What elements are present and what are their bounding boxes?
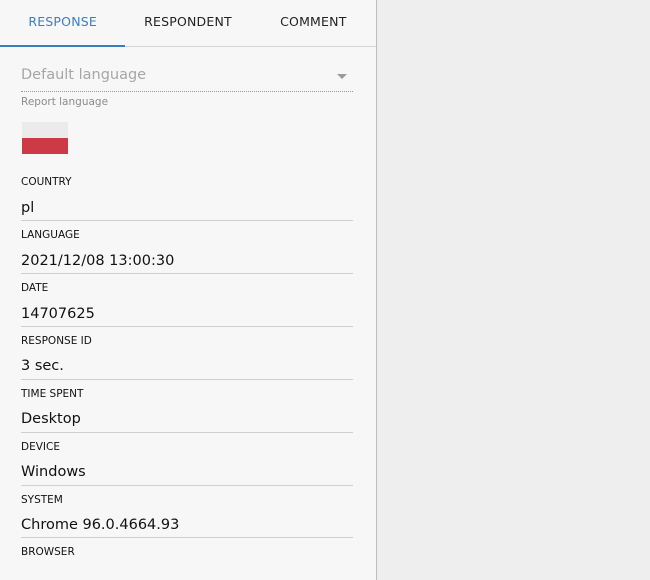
- poland-flag-icon: [22, 122, 68, 154]
- field-divider: [21, 485, 353, 486]
- field-value-language: 2021/12/08 13:00:30: [21, 253, 175, 269]
- chevron-down-icon: [337, 74, 347, 79]
- report-language-label: Report language: [21, 96, 109, 108]
- field-divider: [21, 220, 353, 221]
- field-label-country: COUNTRY: [21, 176, 72, 188]
- field-value-device: Windows: [21, 464, 86, 480]
- field-divider: [21, 326, 353, 327]
- field-value-time-spent: Desktop: [21, 411, 81, 427]
- report-language-value: Default language: [21, 67, 147, 83]
- field-value-date: 14707625: [21, 306, 95, 322]
- field-divider: [21, 537, 353, 538]
- field-value-country: pl: [21, 200, 35, 216]
- field-label-system: SYSTEM: [21, 494, 63, 506]
- field-divider: [21, 432, 353, 433]
- tab-comment[interactable]: COMMENT: [251, 0, 376, 46]
- content-area: [377, 0, 650, 580]
- field-divider: [21, 273, 353, 274]
- response-details-panel: RESPONSE RESPONDENT COMMENT Default lang…: [0, 0, 377, 580]
- field-divider: [21, 379, 353, 380]
- report-language-select[interactable]: Default language: [21, 62, 353, 92]
- field-value-response-id: 3 sec.: [21, 358, 64, 374]
- flag-red-stripe: [22, 138, 68, 154]
- tab-respondent[interactable]: RESPONDENT: [125, 0, 250, 46]
- field-label-response-id: RESPONSE ID: [21, 335, 92, 347]
- tab-response[interactable]: RESPONSE: [0, 0, 126, 47]
- field-label-date: DATE: [21, 282, 49, 294]
- field-label-time-spent: TIME SPENT: [21, 388, 84, 400]
- field-label-device: DEVICE: [21, 441, 60, 453]
- field-label-browser: BROWSER: [21, 546, 75, 558]
- field-value-system: Chrome 96.0.4664.93: [21, 517, 180, 533]
- flag-white-stripe: [22, 122, 68, 138]
- field-label-language: LANGUAGE: [21, 229, 80, 241]
- tab-bar: RESPONSE RESPONDENT COMMENT: [0, 0, 376, 47]
